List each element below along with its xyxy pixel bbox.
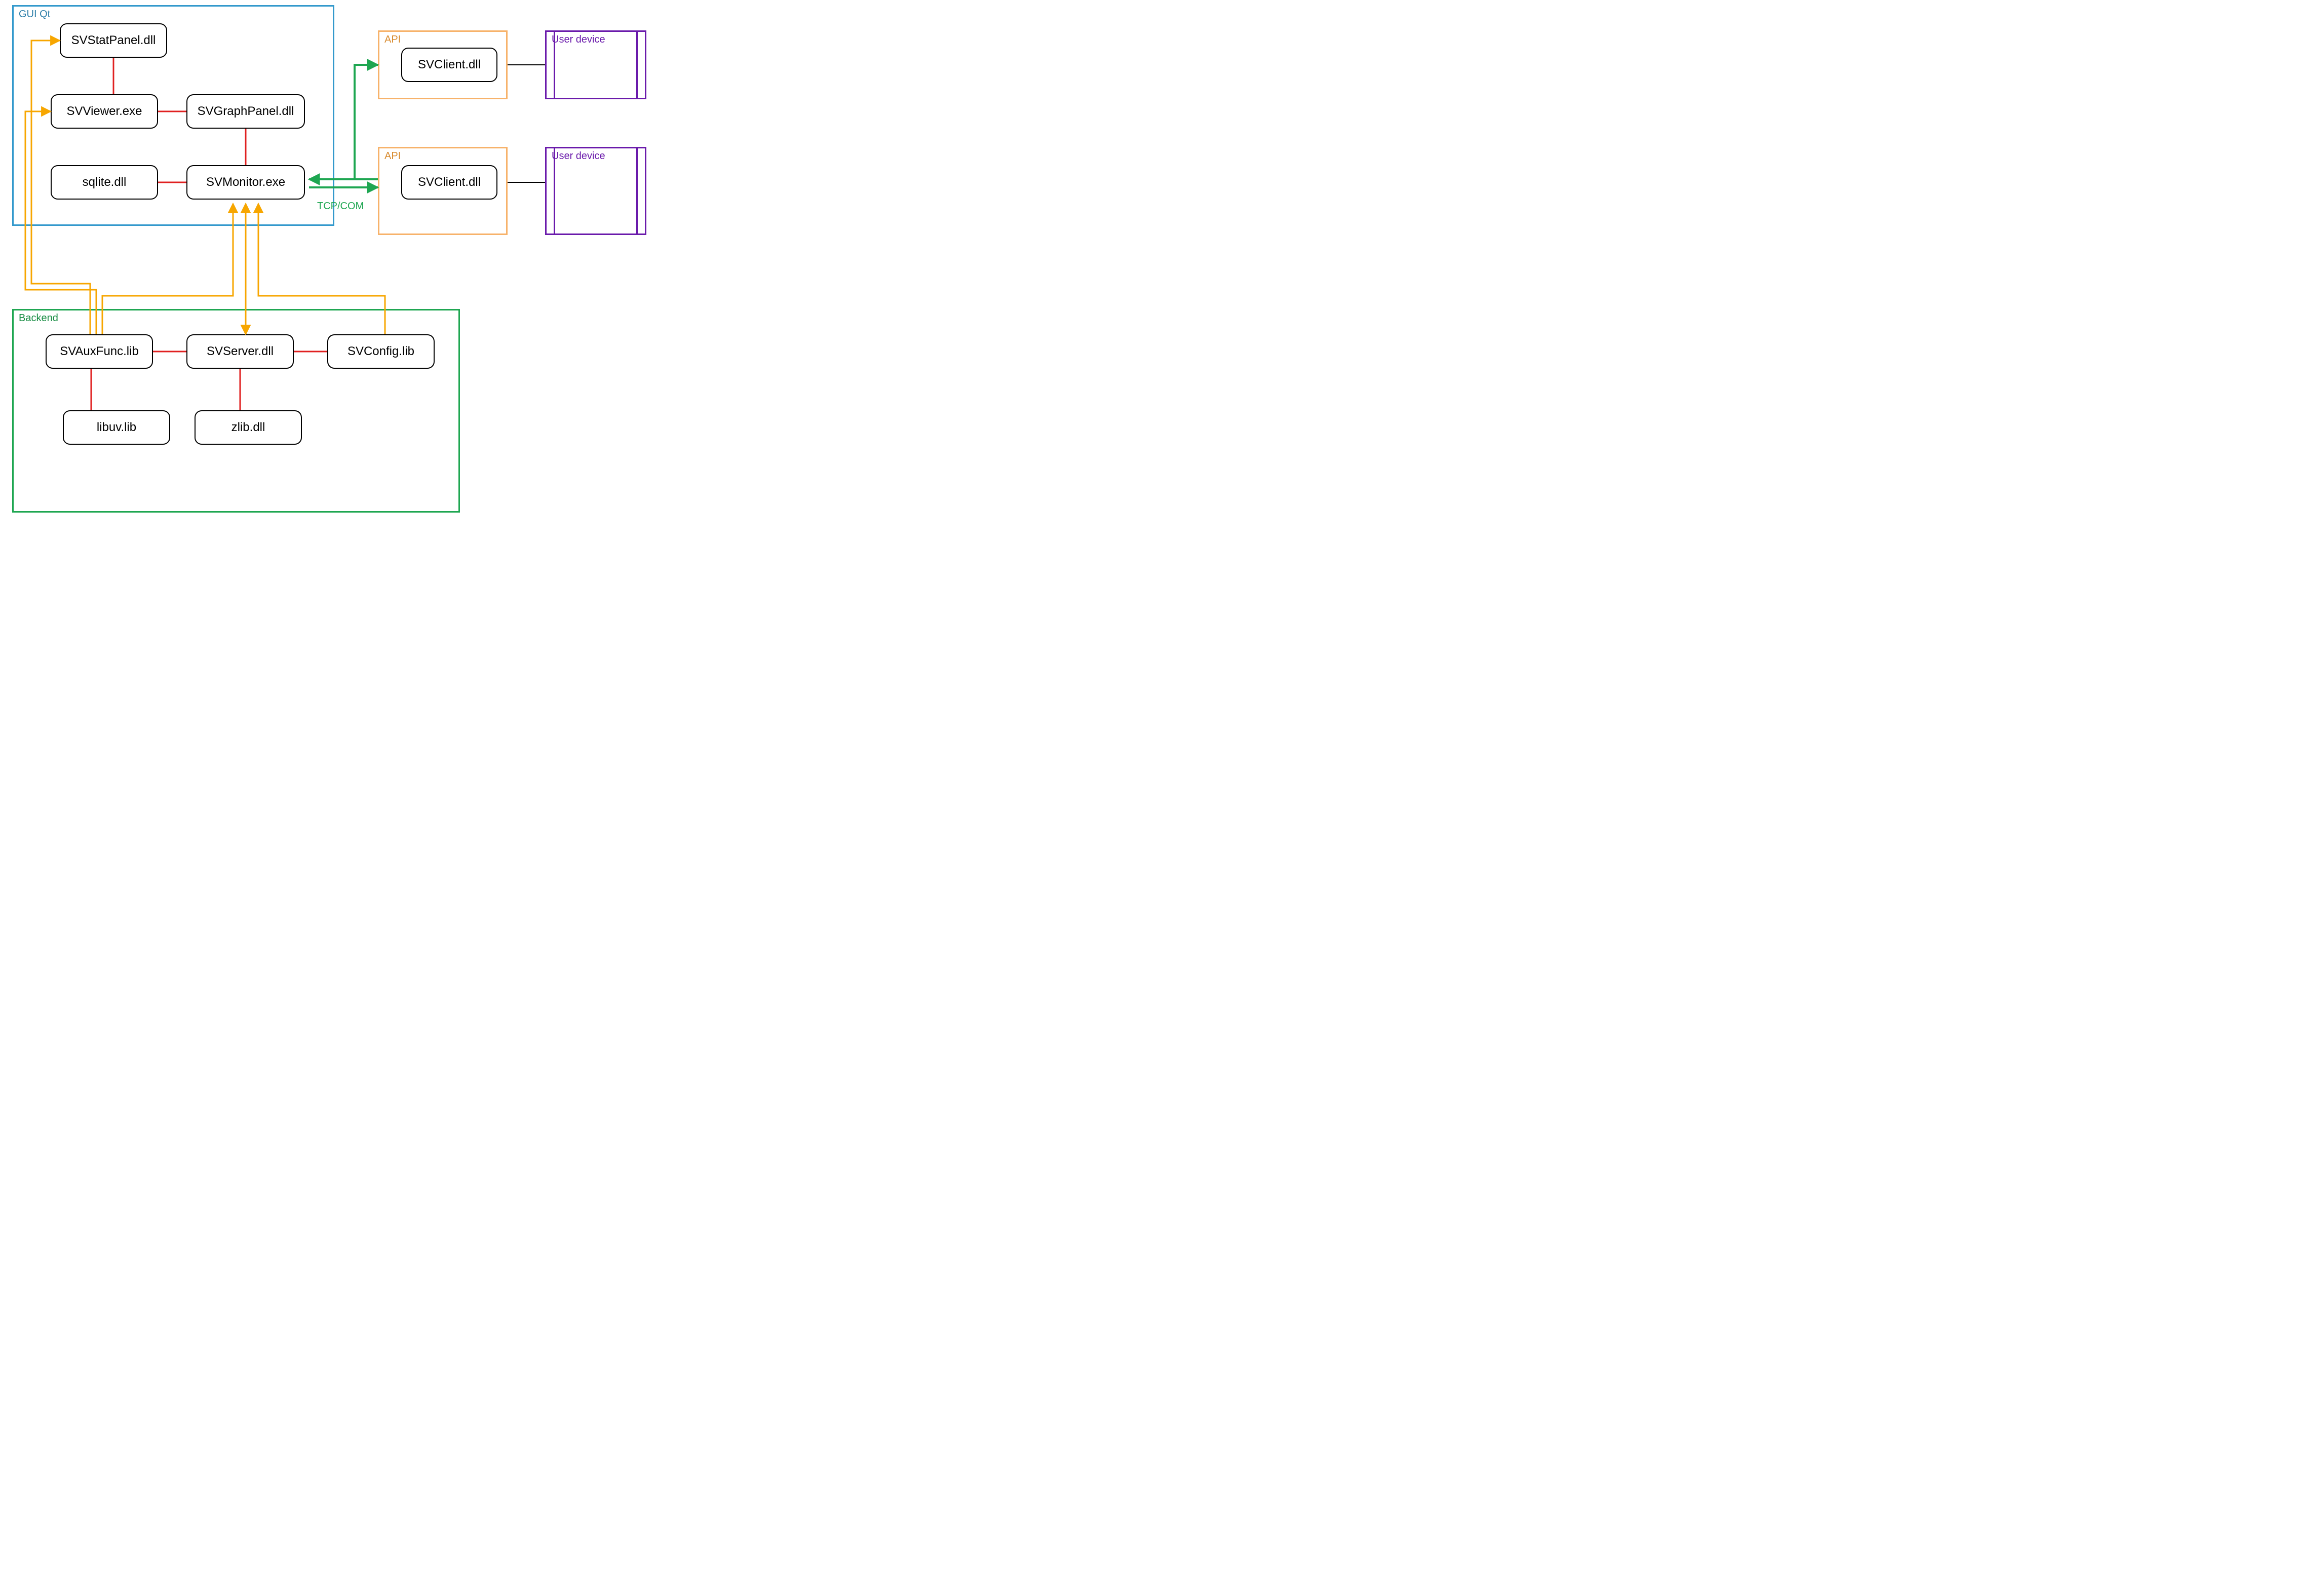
group-gui-qt-label: GUI Qt	[19, 9, 50, 20]
node-label: SVStatPanel.dll	[71, 33, 156, 48]
node-svgraphpanel: SVGraphPanel.dll	[186, 94, 305, 129]
node-svclient-1: SVClient.dll	[401, 48, 497, 82]
node-label: SVConfig.lib	[347, 344, 414, 359]
node-label: SVClient.dll	[418, 58, 481, 72]
group-api-2-label: API	[384, 150, 401, 162]
node-label: SVAuxFunc.lib	[60, 344, 139, 359]
group-backend-label: Backend	[19, 313, 58, 324]
node-zlib: zlib.dll	[195, 410, 302, 445]
node-libuv: libuv.lib	[63, 410, 170, 445]
node-svmonitor: SVMonitor.exe	[186, 165, 305, 200]
group-api-1-label: API	[384, 34, 401, 46]
node-label: SVClient.dll	[418, 175, 481, 189]
node-svviewer: SVViewer.exe	[51, 94, 158, 129]
user-device-1: User device	[545, 30, 646, 99]
node-label: SVServer.dll	[207, 344, 274, 359]
node-svauxfunc: SVAuxFunc.lib	[46, 334, 153, 369]
node-sqlite: sqlite.dll	[51, 165, 158, 200]
node-label: SVMonitor.exe	[206, 175, 285, 189]
edge-tcp-branch-api1	[355, 65, 378, 179]
edge-label-tcpcom: TCP/COM	[317, 201, 364, 212]
node-label: SVViewer.exe	[67, 104, 142, 119]
user-device-2-decoration	[554, 148, 638, 233]
node-label: libuv.lib	[97, 420, 136, 435]
node-svstatpanel: SVStatPanel.dll	[60, 23, 167, 58]
node-svconfig: SVConfig.lib	[327, 334, 435, 369]
node-label: sqlite.dll	[83, 175, 127, 189]
node-label: SVGraphPanel.dll	[198, 104, 294, 119]
node-svclient-2: SVClient.dll	[401, 165, 497, 200]
node-label: zlib.dll	[231, 420, 265, 435]
node-svserver: SVServer.dll	[186, 334, 294, 369]
user-device-2: User device	[545, 147, 646, 235]
diagram-canvas: GUI Qt Backend API API User device User …	[0, 0, 772, 531]
user-device-1-decoration	[554, 32, 638, 98]
